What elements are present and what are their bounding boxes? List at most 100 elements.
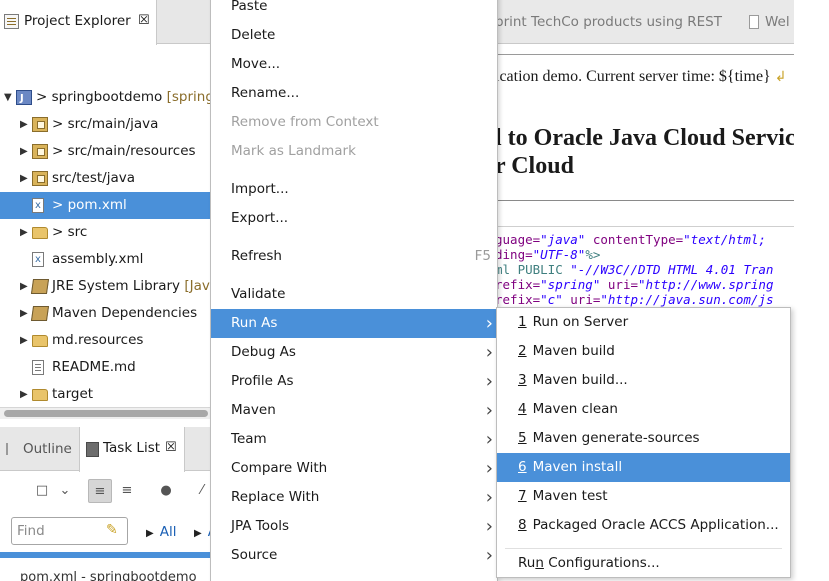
tree-item[interactable]: ▼ > springbootdemo [springb bbox=[0, 84, 212, 111]
menu-item-label: Maven install bbox=[532, 459, 623, 475]
code-token: "c" bbox=[540, 292, 563, 307]
tree-item[interactable]: ▶ JRE System Library [Java bbox=[0, 273, 212, 300]
task-list-toolbar: □ ⌄ ≡ ≡ ● ⁄ bbox=[0, 475, 212, 507]
new-task-icon[interactable]: □ bbox=[30, 479, 54, 503]
chevron-right-icon[interactable]: ▶ bbox=[20, 300, 30, 327]
code-line: ml PUBLIC "-//W3C//DTD HTML 4.01 Tran bbox=[495, 262, 773, 277]
menu-item-move[interactable]: Move... bbox=[211, 50, 497, 79]
tree-item[interactable]: ▶ Maven Dependencies bbox=[0, 300, 212, 327]
menu-item-maven-build[interactable]: 2 Maven build bbox=[497, 337, 790, 366]
chevron-down-icon[interactable]: ▼ bbox=[4, 84, 14, 111]
tree-item-label: > src bbox=[52, 224, 88, 240]
menu-item-label: Mark as Landmark bbox=[231, 143, 356, 159]
tree-item[interactable]: assembly.xml bbox=[0, 246, 212, 273]
tree-item-label: md.resources bbox=[52, 332, 144, 348]
code-token: %> bbox=[585, 247, 601, 262]
chevron-right-icon[interactable]: ▶ bbox=[20, 219, 30, 246]
scrollbar-thumb[interactable] bbox=[4, 410, 208, 417]
menu-item-label: Delete bbox=[231, 27, 276, 43]
library-icon bbox=[30, 279, 50, 294]
chevron-right-icon[interactable]: ▶ bbox=[20, 138, 30, 165]
menu-item-refresh[interactable]: Refresh F5 bbox=[211, 242, 497, 271]
horizontal-scrollbar[interactable] bbox=[0, 407, 212, 419]
menu-item-delete[interactable]: Delete bbox=[211, 21, 497, 50]
menu-item-validate[interactable]: Validate bbox=[211, 280, 497, 309]
menu-item-label: JPA Tools bbox=[231, 518, 290, 534]
code-line: guage="java" contentType="text/html; bbox=[495, 232, 766, 247]
tree-item[interactable]: ▶ > src/main/java bbox=[0, 111, 212, 138]
menu-item-rename[interactable]: Rename... bbox=[211, 79, 497, 108]
divider bbox=[494, 200, 794, 201]
context-menu: Paste Delete Move... Rename... Remove from C… bbox=[210, 0, 498, 581]
menu-item-maven[interactable]: Maven › bbox=[211, 396, 497, 425]
menu-item-team[interactable]: Team › bbox=[211, 425, 497, 454]
code-token: "-//W3C//DTD HTML 4.01 Tran bbox=[570, 262, 774, 277]
tab-outline[interactable]: Outline bbox=[0, 427, 78, 471]
menu-item-label: Refresh bbox=[231, 248, 282, 264]
menu-item-source[interactable]: Source › bbox=[211, 541, 497, 570]
tree-item[interactable]: README.md bbox=[0, 354, 212, 381]
tree-item-decoration: [springb bbox=[166, 89, 212, 105]
menu-item-jpa-tools[interactable]: JPA Tools › bbox=[211, 512, 497, 541]
code-token: uri= bbox=[607, 277, 639, 292]
menu-item-maven-generate-sources[interactable]: 5 Maven generate-sources bbox=[497, 424, 790, 453]
tab-task-list[interactable]: Task List ☒ bbox=[79, 427, 185, 472]
filter-all-link[interactable]: ▶ All bbox=[146, 524, 176, 540]
tree-item[interactable]: ▶ src/test/java bbox=[0, 165, 212, 192]
tree-item-label: src/test/java bbox=[52, 170, 136, 186]
editor-tab-rest[interactable]: print TechCo products using REST bbox=[495, 14, 722, 30]
menu-item-debug-as[interactable]: Debug As › bbox=[211, 338, 497, 367]
menu-item-maven-build[interactable]: 3 Maven build... bbox=[497, 366, 790, 395]
focus-icon[interactable]: ● bbox=[154, 479, 178, 503]
chevron-right-icon[interactable]: ▶ bbox=[20, 327, 30, 354]
tree-item-label: README.md bbox=[52, 359, 136, 375]
menu-item-label: Maven build... bbox=[532, 372, 628, 388]
menu-item-maven-clean[interactable]: 4 Maven clean bbox=[497, 395, 790, 424]
project-explorer-icon bbox=[4, 14, 19, 29]
menu-item-profile-as[interactable]: Profile As › bbox=[211, 367, 497, 396]
menu-item-label: Replace With bbox=[231, 489, 320, 505]
file-icon bbox=[749, 15, 759, 29]
chevron-right-icon[interactable]: ▶ bbox=[20, 111, 30, 138]
menu-item-mnemonic: 2 bbox=[518, 343, 527, 359]
menu-item-run-as[interactable]: Run As › bbox=[211, 309, 497, 338]
code-line: refix="c" uri="http://java.sun.com/js bbox=[495, 292, 773, 307]
folder-icon bbox=[32, 227, 48, 239]
tree-item[interactable]: > pom.xml bbox=[0, 192, 212, 219]
code-token: ml PUBLIC bbox=[495, 262, 571, 277]
menu-item-packaged-oracle-accs-application[interactable]: 8 Packaged Oracle ACCS Application... bbox=[497, 511, 790, 540]
editor-tab-welcome[interactable]: Wel bbox=[765, 14, 790, 30]
menu-item-replace-with[interactable]: Replace With › bbox=[211, 483, 497, 512]
menu-item-run-configurations[interactable]: Run Configurations... bbox=[497, 549, 790, 578]
menu-item-label: Debug As bbox=[231, 344, 296, 360]
chevron-down-icon[interactable]: ⌄ bbox=[53, 479, 77, 503]
chevron-right-icon[interactable]: ▶ bbox=[20, 165, 30, 192]
categorized-icon[interactable]: ≡ bbox=[88, 479, 112, 503]
menu-item-import[interactable]: Import... bbox=[211, 175, 497, 204]
tree-item[interactable]: ▶ target bbox=[0, 381, 212, 408]
clear-find-icon[interactable]: ✎ bbox=[106, 522, 122, 538]
tree-item[interactable]: ▶ > src bbox=[0, 219, 212, 246]
menu-item-label: Packaged Oracle ACCS Application... bbox=[532, 517, 779, 533]
menu-item-label: Compare With bbox=[231, 460, 328, 476]
project-explorer-tab-bar: Project Explorer ☒ bbox=[0, 0, 212, 45]
menu-item-paste[interactable]: Paste bbox=[211, 0, 497, 21]
tree-item[interactable]: ▶ > src/main/resources bbox=[0, 138, 212, 165]
menu-item-compare-with[interactable]: Compare With › bbox=[211, 454, 497, 483]
code-line: ding="UTF-8"%> bbox=[495, 247, 600, 262]
project-explorer-panel: Project Explorer ☒ ▼ > springbootdemo [sp… bbox=[0, 0, 212, 425]
preview-text-content: ication demo. Current server time: ${tim… bbox=[495, 68, 771, 85]
chevron-right-icon[interactable]: ▶ bbox=[20, 273, 30, 300]
tree-item[interactable]: ▶ md.resources bbox=[0, 327, 212, 354]
close-icon[interactable]: ☒ bbox=[138, 13, 150, 28]
chevron-right-icon[interactable]: ▶ bbox=[20, 381, 30, 408]
menu-item-maven-test[interactable]: 7 Maven test bbox=[497, 482, 790, 511]
scheduled-icon[interactable]: ≡ bbox=[115, 479, 139, 503]
run-configurations-prefix: Ru bbox=[518, 555, 536, 571]
menu-item-run-on-server[interactable]: 1 Run on Server bbox=[497, 308, 790, 337]
menu-item-label: Validate bbox=[231, 286, 286, 302]
menu-item-maven-install[interactable]: 6 Maven install bbox=[497, 453, 790, 482]
tab-project-explorer[interactable]: Project Explorer ☒ bbox=[0, 0, 157, 45]
menu-item-export[interactable]: Export... bbox=[211, 204, 497, 233]
close-icon[interactable]: ☒ bbox=[165, 440, 177, 455]
